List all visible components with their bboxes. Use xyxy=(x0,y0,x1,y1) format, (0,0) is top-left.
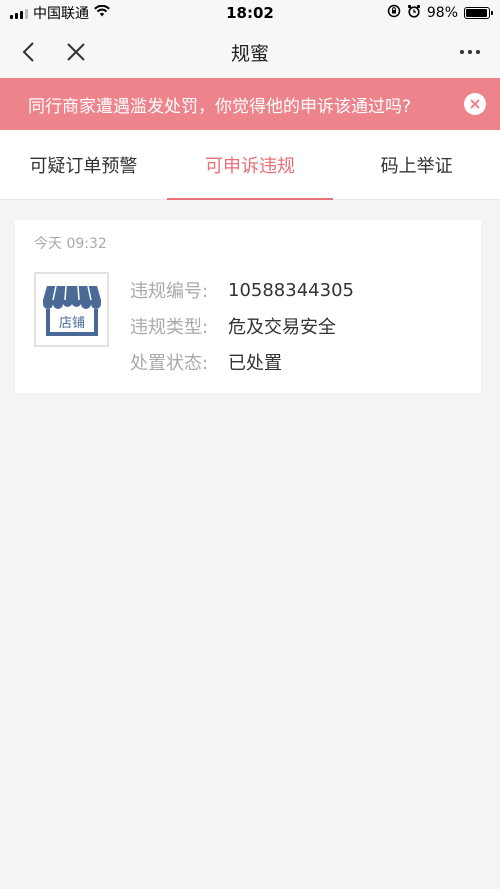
carrier-label: 中国联通 xyxy=(33,6,89,22)
disposal-status-row: 处置状态: 已处置 xyxy=(130,344,354,380)
store-icon-label: 店铺 xyxy=(58,316,84,331)
more-icon xyxy=(460,50,480,54)
violation-card[interactable]: 今天 09:32 店铺 违规编号: 10588344305 违规类型: 危及交易… xyxy=(15,220,481,393)
tab-appealable-violations[interactable]: 可申诉违规 xyxy=(166,130,334,200)
store-icon: 店铺 xyxy=(34,272,109,347)
banner-close-icon xyxy=(470,99,480,109)
violation-type-row: 违规类型: 危及交易安全 xyxy=(130,308,354,344)
violation-id-row: 违规编号: 10588344305 xyxy=(130,272,354,308)
card-time: 今天 09:32 xyxy=(34,236,107,252)
battery-percent: 98% xyxy=(426,5,458,21)
wifi-icon xyxy=(94,4,110,21)
violation-type-value: 危及交易安全 xyxy=(228,317,336,338)
alarm-icon xyxy=(407,4,421,22)
violation-type-label: 违规类型: xyxy=(130,317,209,338)
banner-text: 同行商家遭遇滥发处罚，你觉得他的申诉该通过吗? xyxy=(28,96,412,117)
violation-info: 违规编号: 10588344305 违规类型: 危及交易安全 处置状态: 已处置 xyxy=(130,272,354,380)
status-left: 中国联通 xyxy=(10,3,110,23)
tab-suspicious-orders[interactable]: 可疑订单预警 xyxy=(0,130,167,199)
banner-close-button[interactable] xyxy=(464,93,486,115)
orientation-lock-icon xyxy=(387,4,401,22)
close-button[interactable] xyxy=(54,30,98,74)
promo-banner[interactable]: 同行商家遭遇滥发处罚，你觉得他的申诉该通过吗? xyxy=(0,78,500,130)
status-right: 98% xyxy=(387,4,493,22)
disposal-status-value: 已处置 xyxy=(228,353,282,374)
status-bar: 中国联通 18:02 98% xyxy=(0,0,500,26)
signal-icon xyxy=(10,8,28,19)
disposal-status-label: 处置状态: xyxy=(130,353,209,374)
back-button[interactable] xyxy=(6,30,50,74)
more-button[interactable] xyxy=(448,30,492,74)
violation-id-value: 10588344305 xyxy=(228,279,354,301)
battery-icon xyxy=(464,7,493,19)
nav-bar: 规蜜 xyxy=(0,26,500,78)
back-icon xyxy=(22,42,34,62)
tab-bar: 可疑订单预警 可申诉违规 码上举证 xyxy=(0,130,500,200)
tab-code-evidence[interactable]: 码上举证 xyxy=(333,130,500,199)
close-icon xyxy=(67,43,85,61)
violation-id-label: 违规编号: xyxy=(130,281,209,302)
